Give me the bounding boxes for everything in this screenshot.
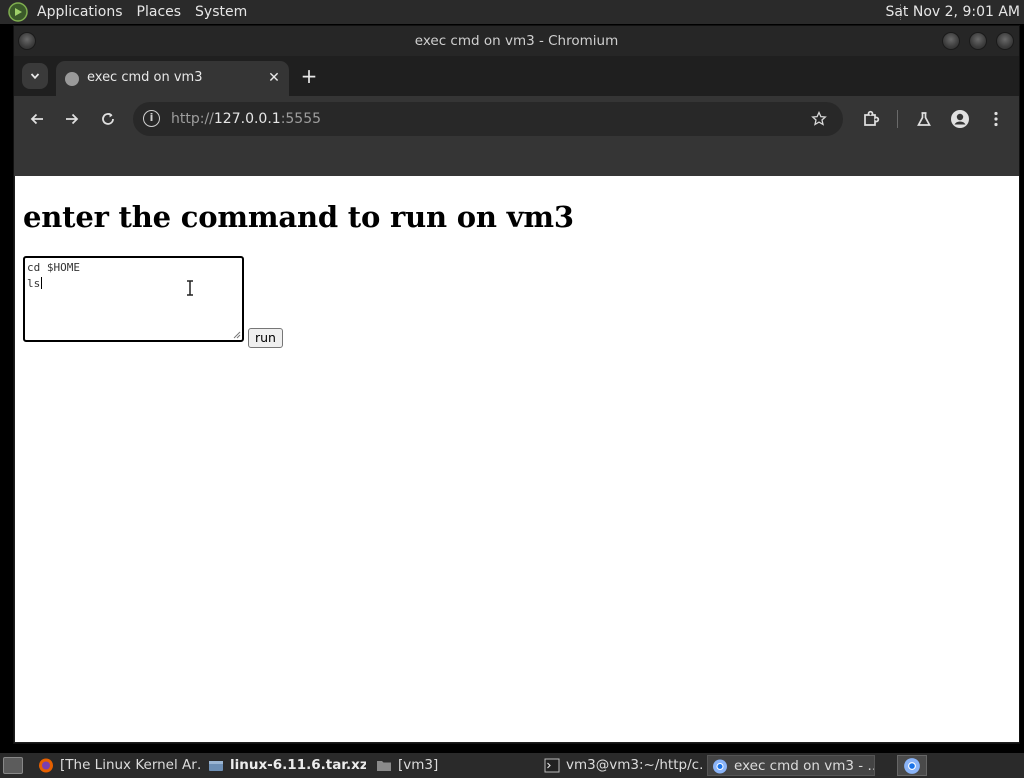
text-caret	[41, 277, 43, 289]
bookmark-star-icon[interactable]	[807, 107, 831, 131]
avatar-icon	[951, 110, 969, 128]
page-title: enter the command to run on vm3	[23, 200, 574, 234]
task-terminal[interactable]: vm3@vm3:~/http/c…	[540, 755, 704, 776]
resize-grip-icon[interactable]	[233, 331, 241, 339]
chevron-down-icon	[30, 73, 40, 80]
task-firefox[interactable]: [The Linux Kernel Ar…	[34, 755, 200, 776]
terminal-icon	[544, 758, 560, 773]
extensions-button[interactable]	[857, 105, 885, 133]
forward-button[interactable]	[58, 105, 86, 133]
top-menu: Applications Places System	[30, 0, 254, 24]
task-archive[interactable]: linux-6.11.6.tar.xz	[204, 755, 366, 776]
clock[interactable]: Sat Nov 2, 9:01 AM	[885, 0, 1020, 24]
minimize-button[interactable]	[942, 32, 960, 50]
url-host: 127.0.0.1	[213, 111, 281, 127]
distro-logo-icon[interactable]	[8, 2, 28, 22]
url-scheme: http://	[171, 111, 214, 127]
folder-icon	[377, 761, 391, 771]
reload-button[interactable]	[94, 105, 122, 133]
maximize-button[interactable]	[969, 32, 987, 50]
window-title: exec cmd on vm3 - Chromium	[414, 33, 619, 49]
task-label: vm3@vm3:~/http/c…	[566, 757, 704, 773]
task-folder-vm3[interactable]: [vm3]	[372, 755, 532, 776]
tab-title: exec cmd on vm3	[87, 70, 203, 85]
globe-icon	[65, 72, 79, 86]
address-bar[interactable]: i http://127.0.0.1:5555	[133, 102, 843, 136]
task-label: [vm3]	[398, 757, 439, 773]
window-titlebar[interactable]: exec cmd on vm3 - Chromium	[14, 26, 1019, 56]
task-label: exec cmd on vm3 - …	[734, 758, 875, 774]
window-menu-button[interactable]	[18, 32, 36, 50]
tab-search-button[interactable]	[22, 63, 48, 89]
taskbar: [The Linux Kernel Ar… linux-6.11.6.tar.x…	[0, 753, 1024, 778]
labs-button[interactable]	[910, 105, 938, 133]
task-label: linux-6.11.6.tar.xz	[230, 757, 366, 773]
tab-strip: exec cmd on vm3 ✕ +	[14, 56, 1019, 96]
top-panel: Applications Places System Sat Nov 2, 9:…	[0, 0, 1024, 24]
archive-icon	[209, 761, 223, 771]
browser-window: exec cmd on vm3 - Chromium exec cmd on v…	[13, 25, 1020, 744]
url-text[interactable]: http://127.0.0.1:5555	[171, 102, 321, 136]
arrow-right-icon	[66, 113, 79, 125]
chromium-icon	[713, 759, 727, 774]
command-textarea[interactable]: cd $HOME ls	[23, 256, 244, 342]
firefox-icon	[39, 758, 53, 773]
task-chromium[interactable]: exec cmd on vm3 - …	[707, 755, 875, 776]
tab-exec-cmd[interactable]: exec cmd on vm3 ✕	[56, 61, 289, 96]
bookmarks-bar	[14, 142, 1019, 176]
reload-icon	[102, 113, 114, 125]
arrow-left-icon	[30, 113, 43, 125]
url-port: :5555	[280, 111, 322, 127]
menu-button[interactable]	[982, 105, 1010, 133]
toolbar-separator	[897, 110, 898, 128]
back-button[interactable]	[23, 105, 51, 133]
page-viewport: enter the command to run on vm3 cd $HOME…	[15, 176, 1019, 742]
menu-applications[interactable]: Applications	[30, 0, 130, 24]
info-icon[interactable]: i	[143, 110, 160, 127]
tray-chromium-icon[interactable]	[897, 755, 927, 776]
kebab-menu-icon	[994, 111, 998, 127]
menu-system[interactable]: System	[188, 0, 254, 24]
new-tab-button[interactable]: +	[297, 64, 321, 88]
tab-close-icon[interactable]: ✕	[265, 69, 283, 87]
task-label: [The Linux Kernel Ar…	[60, 757, 200, 773]
close-window-button[interactable]	[996, 32, 1014, 50]
profile-button[interactable]	[946, 105, 974, 133]
puzzle-icon	[864, 110, 880, 126]
menu-places[interactable]: Places	[130, 0, 189, 24]
run-button[interactable]: run	[248, 328, 283, 348]
text-cursor-icon	[187, 280, 193, 296]
flask-icon	[917, 112, 931, 126]
show-desktop-icon[interactable]	[3, 757, 23, 774]
browser-toolbar: i http://127.0.0.1:5555	[14, 96, 1019, 142]
